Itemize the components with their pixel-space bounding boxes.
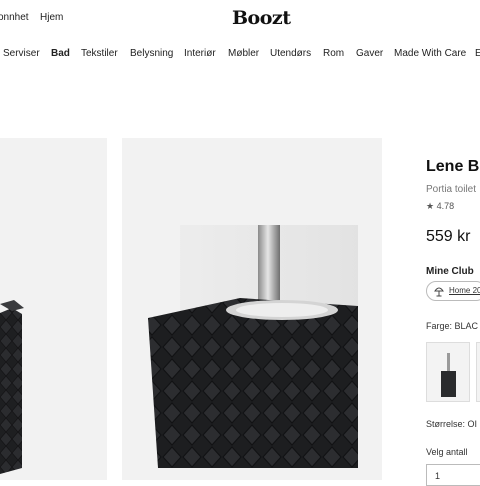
product-brand[interactable]: Lene B	[426, 158, 479, 176]
product-image-thumb[interactable]	[0, 138, 107, 480]
nav-bad[interactable]: Bad	[51, 48, 70, 59]
star-icon: ★	[426, 201, 435, 211]
toilet-brush-image	[148, 225, 358, 468]
toilet-brush-thumb	[441, 353, 456, 397]
lamp-icon	[434, 287, 444, 297]
nav-belysning[interactable]: Belysning	[130, 48, 173, 59]
nav-interior[interactable]: Interiør	[184, 48, 216, 59]
nav-rom[interactable]: Rom	[323, 48, 344, 59]
quantity-select[interactable]: 1	[426, 464, 480, 486]
product-image-main[interactable]	[122, 138, 382, 480]
product-subtitle: Portia toilet	[426, 184, 477, 195]
color-label: Farge: BLAC	[426, 321, 479, 331]
top-link-1[interactable]: onnhet	[0, 12, 29, 23]
nav-gaver[interactable]: Gaver	[356, 48, 383, 59]
club-chip-label: Home 20	[449, 286, 480, 295]
nav-serviser[interactable]: Serviser	[3, 48, 40, 59]
price: 559 kr	[426, 228, 471, 245]
nav-made-with-care[interactable]: Made With Care	[394, 48, 466, 59]
size-label: Størrelse: OI	[426, 419, 478, 429]
club-title: Mine Club	[426, 266, 474, 277]
color-swatch-2[interactable]	[476, 342, 480, 402]
top-bar: onnhet Hjem Boozt	[0, 0, 480, 38]
top-link-home[interactable]: Hjem	[40, 12, 63, 23]
quantity-label: Velg antall	[426, 447, 468, 457]
rating: ★ 4.78	[426, 201, 454, 212]
rating-value: 4.78	[436, 201, 455, 211]
nav-mobler[interactable]: Møbler	[228, 48, 259, 59]
club-chip[interactable]: Home 20	[426, 281, 480, 301]
nav-more[interactable]: E	[475, 48, 480, 59]
boozt-logo[interactable]: Boozt	[232, 7, 291, 29]
toilet-brush-image-left	[0, 300, 24, 474]
color-swatch-black[interactable]	[426, 342, 470, 402]
nav-utendors[interactable]: Utendørs	[270, 48, 311, 59]
nav-tekstiler[interactable]: Tekstiler	[81, 48, 118, 59]
